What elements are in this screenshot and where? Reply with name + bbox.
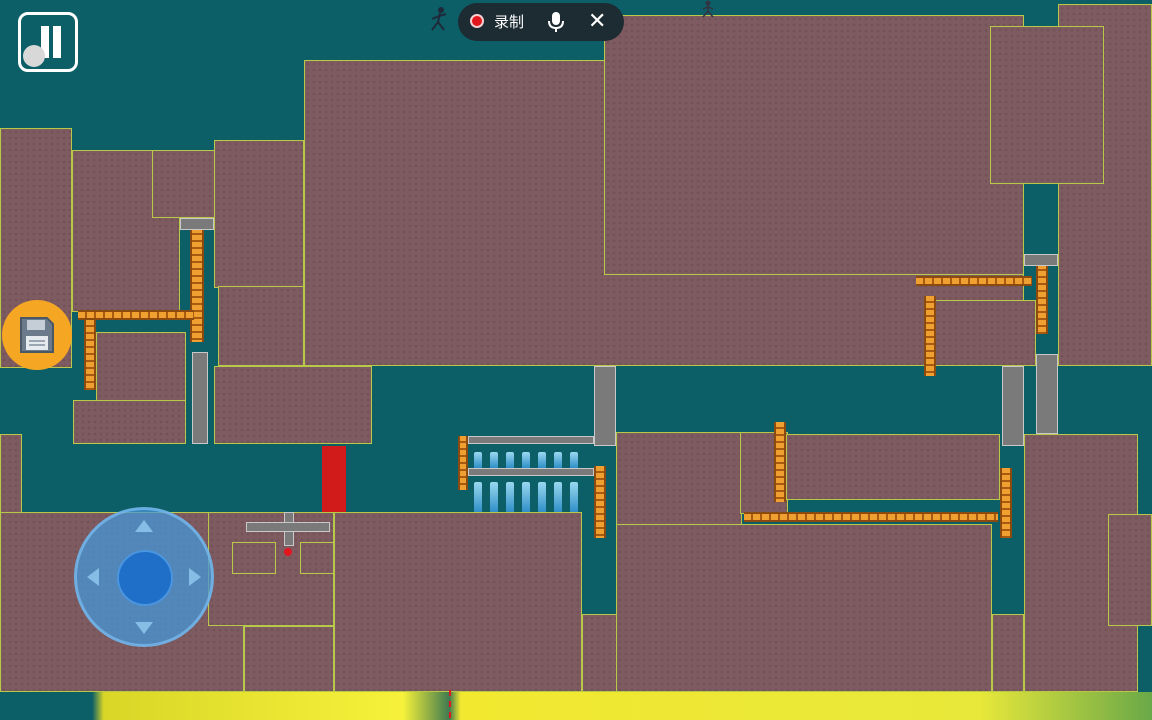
virtual-joystick[interactable] bbox=[74, 507, 214, 647]
spike bbox=[554, 482, 562, 512]
terrain-block bbox=[300, 542, 334, 574]
ladder bbox=[924, 296, 936, 376]
terrain-block bbox=[214, 366, 372, 444]
terrain-block bbox=[934, 300, 1036, 366]
joystick-right-arrow bbox=[189, 568, 201, 586]
spike bbox=[554, 452, 562, 468]
terrain-block bbox=[1108, 514, 1152, 626]
npc-character-icon bbox=[702, 0, 714, 18]
spike bbox=[522, 482, 530, 512]
player-progress-marker bbox=[449, 690, 459, 718]
terrain-block bbox=[73, 400, 186, 444]
spike-trap bbox=[470, 444, 594, 512]
record-indicator-icon[interactable] bbox=[470, 14, 484, 28]
metal-column bbox=[180, 218, 214, 230]
terrain-block bbox=[232, 542, 276, 574]
spike bbox=[490, 452, 498, 468]
ledge-rail bbox=[744, 512, 998, 522]
pause-icon bbox=[21, 15, 75, 69]
game-viewport: 录制 ✕ bbox=[0, 0, 1152, 720]
ladder bbox=[774, 422, 786, 502]
screen-recorder-bar: 录制 ✕ bbox=[458, 3, 624, 41]
terrain-block bbox=[604, 15, 1024, 275]
metal-column bbox=[1002, 366, 1024, 446]
metal-column bbox=[246, 522, 330, 532]
metal-column bbox=[468, 436, 594, 444]
terrain-block bbox=[990, 26, 1104, 184]
terrain-block bbox=[218, 286, 304, 366]
floppy-disk-icon bbox=[20, 317, 54, 353]
terrain-block bbox=[582, 614, 618, 692]
terrain-block bbox=[214, 140, 304, 288]
close-icon[interactable]: ✕ bbox=[588, 9, 606, 34]
ledge-rail bbox=[78, 310, 194, 320]
terrain-block bbox=[0, 434, 22, 514]
dpad-joystick-icon bbox=[77, 510, 211, 644]
terrain-block bbox=[992, 614, 1024, 692]
record-label[interactable]: 录制 bbox=[494, 11, 524, 32]
ladder bbox=[84, 320, 96, 390]
ladder bbox=[458, 436, 468, 490]
terrain-block bbox=[616, 432, 742, 526]
metal-column bbox=[594, 366, 616, 446]
ladder bbox=[594, 466, 606, 538]
player-character-icon bbox=[431, 7, 447, 31]
ladder bbox=[1000, 468, 1012, 538]
terrain-block bbox=[96, 332, 186, 402]
red-laser-hazard bbox=[322, 446, 346, 512]
microphone-icon[interactable] bbox=[546, 11, 566, 33]
spike bbox=[506, 482, 514, 512]
ladder bbox=[190, 228, 204, 342]
spike bbox=[506, 452, 514, 468]
save-button[interactable] bbox=[2, 300, 72, 370]
ladder bbox=[1036, 264, 1048, 334]
metal-column bbox=[1024, 254, 1058, 266]
pause-button[interactable] bbox=[18, 12, 78, 72]
spike bbox=[474, 482, 482, 512]
spike bbox=[570, 482, 578, 512]
spike bbox=[474, 452, 482, 468]
metal-column bbox=[192, 352, 208, 444]
metal-column bbox=[1036, 354, 1058, 434]
spike bbox=[570, 452, 578, 468]
level-progress-bar bbox=[0, 692, 1152, 720]
terrain-block bbox=[616, 524, 992, 692]
spike bbox=[538, 482, 546, 512]
joystick-up-arrow bbox=[135, 520, 153, 532]
joystick-knob[interactable] bbox=[117, 550, 173, 606]
spike bbox=[490, 482, 498, 512]
ledge-rail bbox=[916, 276, 1032, 286]
terrain-block bbox=[334, 512, 582, 692]
joystick-down-arrow bbox=[135, 622, 153, 634]
terrain-block bbox=[786, 434, 1000, 500]
spike bbox=[522, 452, 530, 468]
red-switch-button[interactable] bbox=[284, 548, 292, 556]
spike bbox=[538, 452, 546, 468]
joystick-left-arrow bbox=[87, 568, 99, 586]
terrain-block bbox=[244, 626, 334, 692]
